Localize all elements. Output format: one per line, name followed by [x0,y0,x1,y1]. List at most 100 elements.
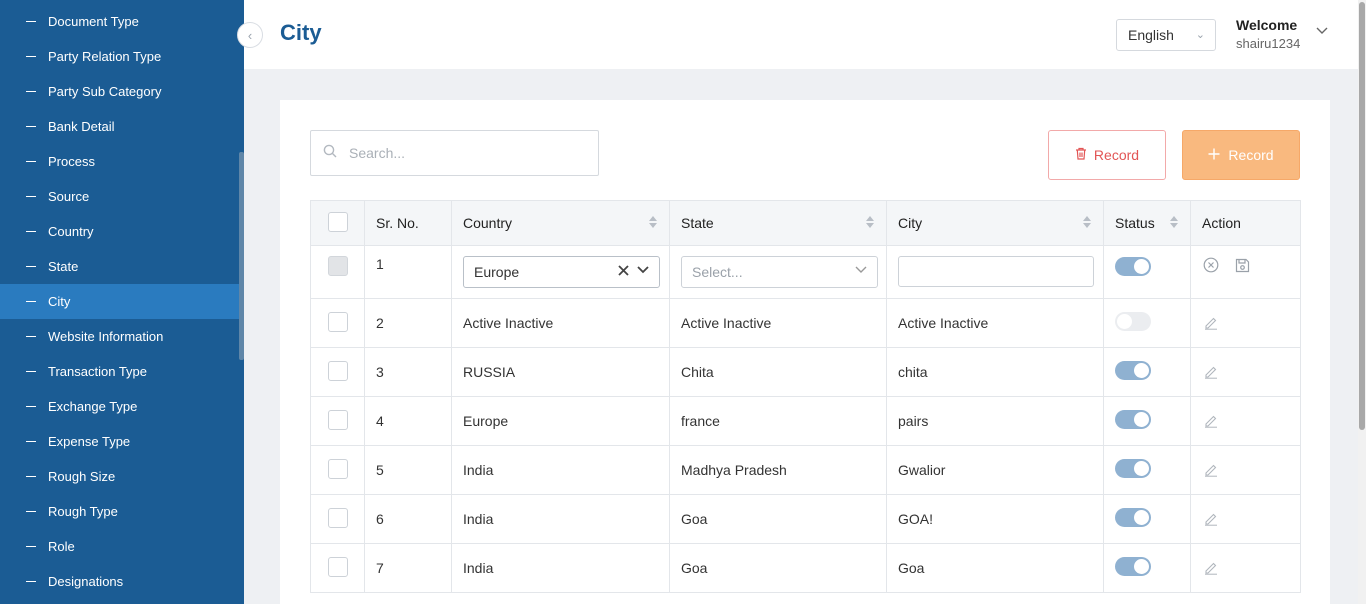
column-header-city[interactable]: City [886,200,1104,246]
save-icon[interactable] [1234,257,1252,275]
country-value: Europe [474,264,520,280]
sidebar-item-website-information[interactable]: Website Information [0,319,244,354]
cancel-circle-icon[interactable] [1202,256,1220,274]
sidebar-scrollbar[interactable] [239,152,244,360]
page-scrollbar[interactable] [1358,0,1366,604]
status-toggle[interactable] [1115,508,1151,527]
table-row: 7 India Goa Goa [310,543,1301,593]
table-row-edit: 1 Europe Select... [310,245,1301,299]
sidebar-item-label: Role [48,539,75,554]
status-cell [1103,494,1191,544]
add-record-button[interactable]: Record [1182,130,1300,180]
city-input[interactable] [898,256,1094,287]
row-checkbox[interactable] [328,409,348,430]
edit-pencil-icon[interactable] [1202,461,1220,479]
column-header-status[interactable]: Status [1103,200,1191,246]
sidebar-item-source[interactable]: Source [0,179,244,214]
state-cell: france [669,396,887,446]
sidebar-item-exchange-type[interactable]: Exchange Type [0,389,244,424]
dash-icon [26,160,36,163]
column-label: Status [1115,215,1155,231]
column-label: City [898,215,923,231]
sort-icon[interactable] [1083,216,1091,228]
delete-record-button[interactable]: Record [1048,130,1166,180]
row-checkbox[interactable] [328,556,348,577]
status-toggle[interactable] [1115,459,1151,478]
sort-icon[interactable] [1170,216,1178,228]
search-input[interactable] [349,145,569,161]
collapse-sidebar-button[interactable]: ‹ [237,22,263,48]
column-header-country[interactable]: Country [451,200,670,246]
sidebar-item-bank-detail[interactable]: Bank Detail [0,109,244,144]
status-toggle[interactable] [1115,361,1151,380]
sidebar-item-designations[interactable]: Designations [0,564,244,599]
clear-icon[interactable] [618,263,629,280]
header: City English ⌄ Welcome shairu1234 [244,0,1358,69]
action-cell [1190,245,1301,299]
row-checkbox[interactable] [328,507,348,528]
sidebar-item-city[interactable]: City [0,284,244,319]
table-row: 2 Active Inactive Active Inactive Active In… [310,298,1301,348]
row-checkbox[interactable] [328,360,348,381]
edit-pencil-icon[interactable] [1202,314,1220,332]
sidebar-item-role[interactable]: Role [0,529,244,564]
dash-icon [26,90,36,93]
table-row: 6 India Goa GOA! [310,494,1301,544]
column-header-state[interactable]: State [669,200,887,246]
dash-icon [26,300,36,303]
table-row: 3 RUSSIA Chita chita [310,347,1301,397]
sidebar-item-label: Party Sub Category [48,84,162,99]
sidebar-item-label: Rough Size [48,469,116,484]
action-cell [1190,396,1301,446]
status-toggle[interactable] [1115,257,1151,276]
sidebar-item-rough-type[interactable]: Rough Type [0,494,244,529]
status-toggle[interactable] [1115,312,1151,331]
country-dropdown[interactable]: Europe [463,256,660,288]
add-record-label: Record [1228,147,1274,163]
dash-icon [26,335,36,338]
language-select[interactable]: English ⌄ [1116,19,1216,51]
dash-icon [26,55,36,58]
row-checkbox[interactable] [328,311,348,332]
sidebar-item-party-sub-category[interactable]: Party Sub Category [0,74,244,109]
row-checkbox[interactable] [328,458,348,479]
status-toggle[interactable] [1115,557,1151,576]
page-scrollbar-thumb[interactable] [1359,2,1365,430]
sidebar-item-rough-size[interactable]: Rough Size [0,459,244,494]
country-cell: RUSSIA [451,347,670,397]
sidebar-item-process[interactable]: Process [0,144,244,179]
sidebar-item-party-relation-type[interactable]: Party Relation Type [0,39,244,74]
edit-pencil-icon[interactable] [1202,510,1220,528]
country-cell: Active Inactive [451,298,670,348]
city-cell: GOA! [886,494,1104,544]
city-cell: Active Inactive [886,298,1104,348]
select-all-checkbox[interactable] [328,211,348,232]
username: shairu1234 [1236,36,1301,51]
edit-pencil-icon[interactable] [1202,412,1220,430]
state-dropdown[interactable]: Select... [681,256,878,288]
status-cell [1103,298,1191,348]
dash-icon [26,545,36,548]
sidebar-item-state[interactable]: State [0,249,244,284]
user-menu-chevron-icon[interactable] [1316,24,1328,38]
row-select-cell [310,245,365,299]
sort-icon[interactable] [649,216,657,228]
status-cell [1103,445,1191,495]
sidebar-item-transaction-type[interactable]: Transaction Type [0,354,244,389]
sidebar-item-country[interactable]: Country [0,214,244,249]
chevron-down-icon[interactable] [855,265,867,277]
sidebar-item-document-type[interactable]: Document Type [0,4,244,39]
sidebar-item-label: Website Information [48,329,164,344]
status-toggle[interactable] [1115,410,1151,429]
sidebar-item-label: Exchange Type [48,399,138,414]
dash-icon [26,265,36,268]
edit-pencil-icon[interactable] [1202,559,1220,577]
sort-icon[interactable] [866,216,874,228]
edit-pencil-icon[interactable] [1202,363,1220,381]
dash-icon [26,580,36,583]
chevron-down-icon[interactable] [637,265,649,277]
status-cell [1103,396,1191,446]
sidebar-item-expense-type[interactable]: Expense Type [0,424,244,459]
state-cell: Goa [669,543,887,593]
dash-icon [26,230,36,233]
